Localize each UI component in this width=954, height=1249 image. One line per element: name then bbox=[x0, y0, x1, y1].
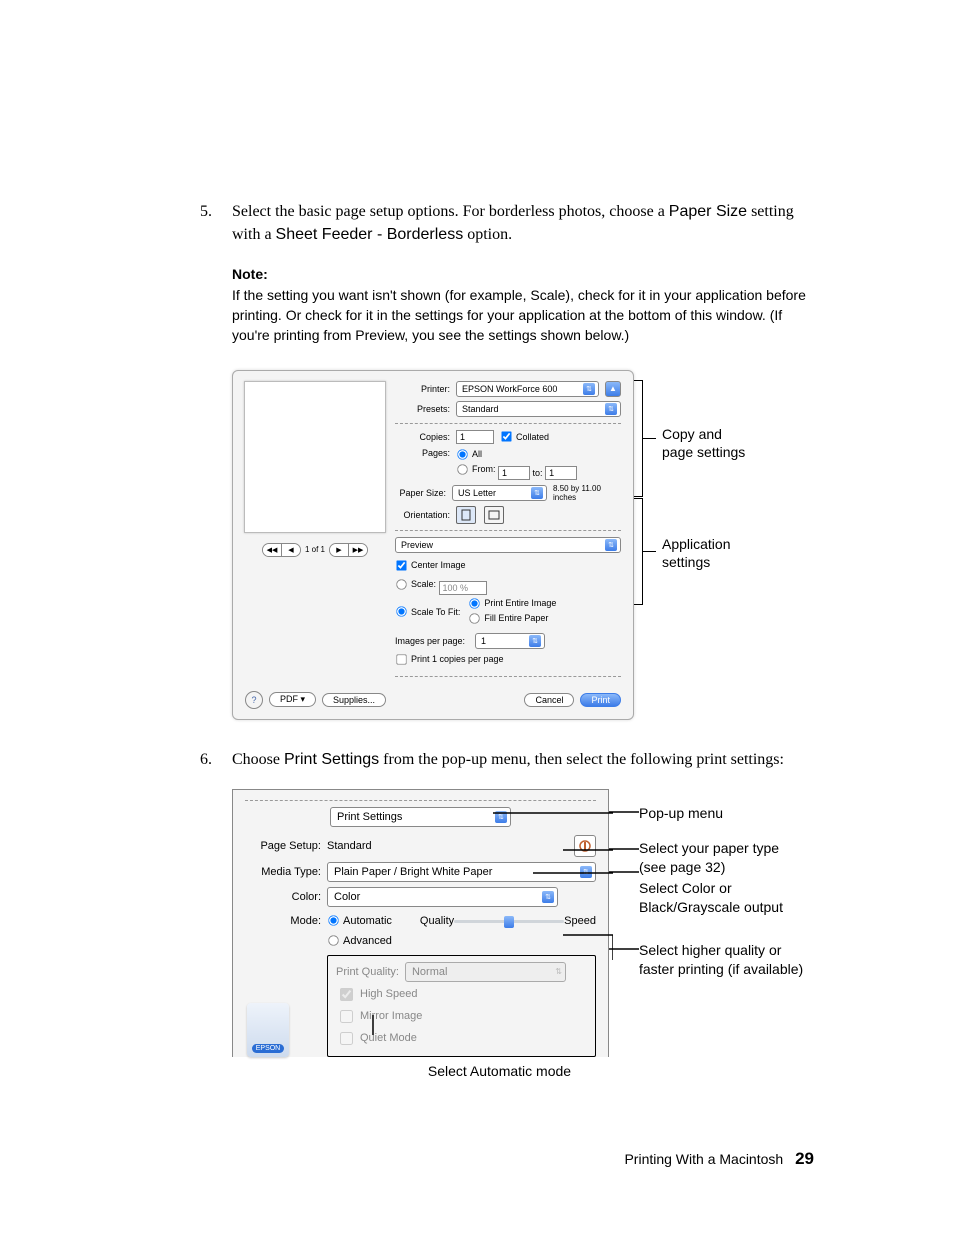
page-footer: Printing With a Macintosh 29 bbox=[200, 1149, 814, 1169]
chevron-updown-icon: ⇅ bbox=[529, 635, 541, 647]
images-per-page-select[interactable]: 1 ⇅ bbox=[475, 633, 545, 649]
paper-dimensions-label: 8.50 by 11.00 inches bbox=[553, 484, 621, 502]
print-preview bbox=[244, 381, 386, 533]
step-body: Choose Print Settings from the pop-up me… bbox=[232, 748, 814, 771]
collated-checkbox[interactable]: Collated bbox=[500, 430, 549, 443]
orientation-landscape-button[interactable] bbox=[484, 506, 504, 524]
step-5: 5. Select the basic page setup options. … bbox=[200, 200, 814, 246]
pager-last-button[interactable]: ▶▶ bbox=[348, 544, 367, 556]
help-button[interactable]: ? bbox=[245, 691, 263, 709]
step-number: 5. bbox=[200, 200, 232, 246]
note-title: Note: bbox=[232, 266, 268, 282]
popup-menu-annot: Pop-up menu bbox=[639, 804, 723, 823]
pointer-line bbox=[563, 930, 613, 960]
advanced-mode-block: Print Quality: Normal ⇅ High Speed Mirro… bbox=[327, 955, 596, 1057]
preview-pager: ◀◀ ◀ 1 of 1 ▶ ▶▶ bbox=[262, 543, 368, 557]
automatic-mode-caption: Select Automatic mode bbox=[185, 1063, 814, 1079]
paper-size-term: Paper Size bbox=[669, 203, 747, 220]
chevron-updown-icon: ⇅ bbox=[531, 487, 543, 499]
orientation-portrait-button[interactable] bbox=[456, 506, 476, 524]
scale-term: Scale bbox=[530, 287, 565, 303]
pdf-button[interactable]: PDF ▾ bbox=[269, 692, 316, 707]
print-copies-per-page-checkbox[interactable]: Print 1 copies per page bbox=[395, 653, 504, 666]
page-number: 29 bbox=[795, 1149, 814, 1168]
paper-size-select[interactable]: US Letter ⇅ bbox=[452, 485, 547, 501]
pager-label: 1 of 1 bbox=[305, 545, 325, 554]
print-button[interactable]: Print bbox=[580, 693, 621, 707]
chevron-updown-icon: ⇅ bbox=[583, 383, 595, 395]
pager-first-button[interactable]: ◀◀ bbox=[263, 544, 281, 556]
pointer-line bbox=[363, 1015, 383, 1035]
pages-from-radio[interactable]: From: bbox=[456, 463, 496, 476]
pager-next-button[interactable]: ▶ bbox=[330, 544, 348, 556]
paper-preview-icon: EPSON bbox=[247, 1003, 289, 1057]
print-settings-term: Print Settings bbox=[284, 751, 379, 768]
page-setup-value: Standard bbox=[327, 840, 372, 852]
scale-to-fit-radio[interactable]: Scale To Fit: bbox=[395, 597, 460, 627]
presets-select[interactable]: Standard ⇅ bbox=[456, 401, 621, 417]
print-entire-image-radio[interactable]: Print Entire Image bbox=[468, 597, 556, 610]
pager-prev-button[interactable]: ◀ bbox=[281, 544, 300, 556]
pages-from-input[interactable]: 1 bbox=[498, 466, 530, 480]
print-quality-select: Normal ⇅ bbox=[405, 962, 566, 982]
print-settings-panel: Print Settings ⇅ Page Setup: Standard Me… bbox=[232, 789, 609, 1057]
step-6: 6. Choose Print Settings from the pop-up… bbox=[200, 748, 814, 771]
chevron-updown-icon: ⇅ bbox=[542, 891, 554, 903]
note-block: Note: If the setting you want isn't show… bbox=[232, 264, 814, 345]
section-popup-select[interactable]: Preview ⇅ bbox=[395, 537, 621, 553]
pages-all-radio[interactable]: All bbox=[456, 448, 482, 461]
collapse-button[interactable]: ▲ bbox=[605, 381, 621, 397]
print-dialog: ◀◀ ◀ 1 of 1 ▶ ▶▶ Printer: EP bbox=[232, 370, 634, 720]
step-number: 6. bbox=[200, 748, 232, 771]
scale-input[interactable]: 100 % bbox=[439, 581, 487, 595]
supplies-button[interactable]: Supplies... bbox=[322, 693, 386, 707]
mode-advanced-radio[interactable]: Advanced bbox=[327, 934, 392, 947]
chevron-updown-icon: ⇅ bbox=[605, 403, 617, 415]
color-select[interactable]: Color ⇅ bbox=[327, 887, 558, 907]
printer-select[interactable]: EPSON WorkForce 600 ⇅ bbox=[456, 381, 599, 397]
footer-title: Printing With a Macintosh bbox=[624, 1151, 783, 1167]
pointer-line bbox=[533, 868, 613, 878]
chevron-updown-icon: ⇅ bbox=[555, 967, 562, 976]
mirror-image-checkbox bbox=[340, 1010, 353, 1023]
chevron-updown-icon: ⇅ bbox=[605, 539, 617, 551]
fill-entire-paper-radio[interactable]: Fill Entire Paper bbox=[468, 612, 548, 625]
copies-input[interactable]: 1 bbox=[456, 430, 494, 444]
mode-automatic-radio[interactable]: Automatic bbox=[327, 914, 392, 927]
scale-radio[interactable]: Scale: bbox=[395, 578, 436, 591]
pages-to-input[interactable]: 1 bbox=[545, 466, 577, 480]
center-image-checkbox[interactable]: Center Image bbox=[395, 559, 466, 572]
high-speed-checkbox bbox=[340, 988, 353, 1001]
quality-speed-slider[interactable] bbox=[454, 917, 564, 925]
cancel-button[interactable]: Cancel bbox=[524, 693, 574, 707]
step-body: Select the basic page setup options. For… bbox=[232, 200, 814, 246]
quiet-mode-checkbox bbox=[340, 1032, 353, 1045]
sheet-feeder-term: Sheet Feeder - Borderless bbox=[276, 226, 464, 243]
pointer-line bbox=[563, 845, 613, 855]
pointer-line bbox=[423, 808, 613, 818]
